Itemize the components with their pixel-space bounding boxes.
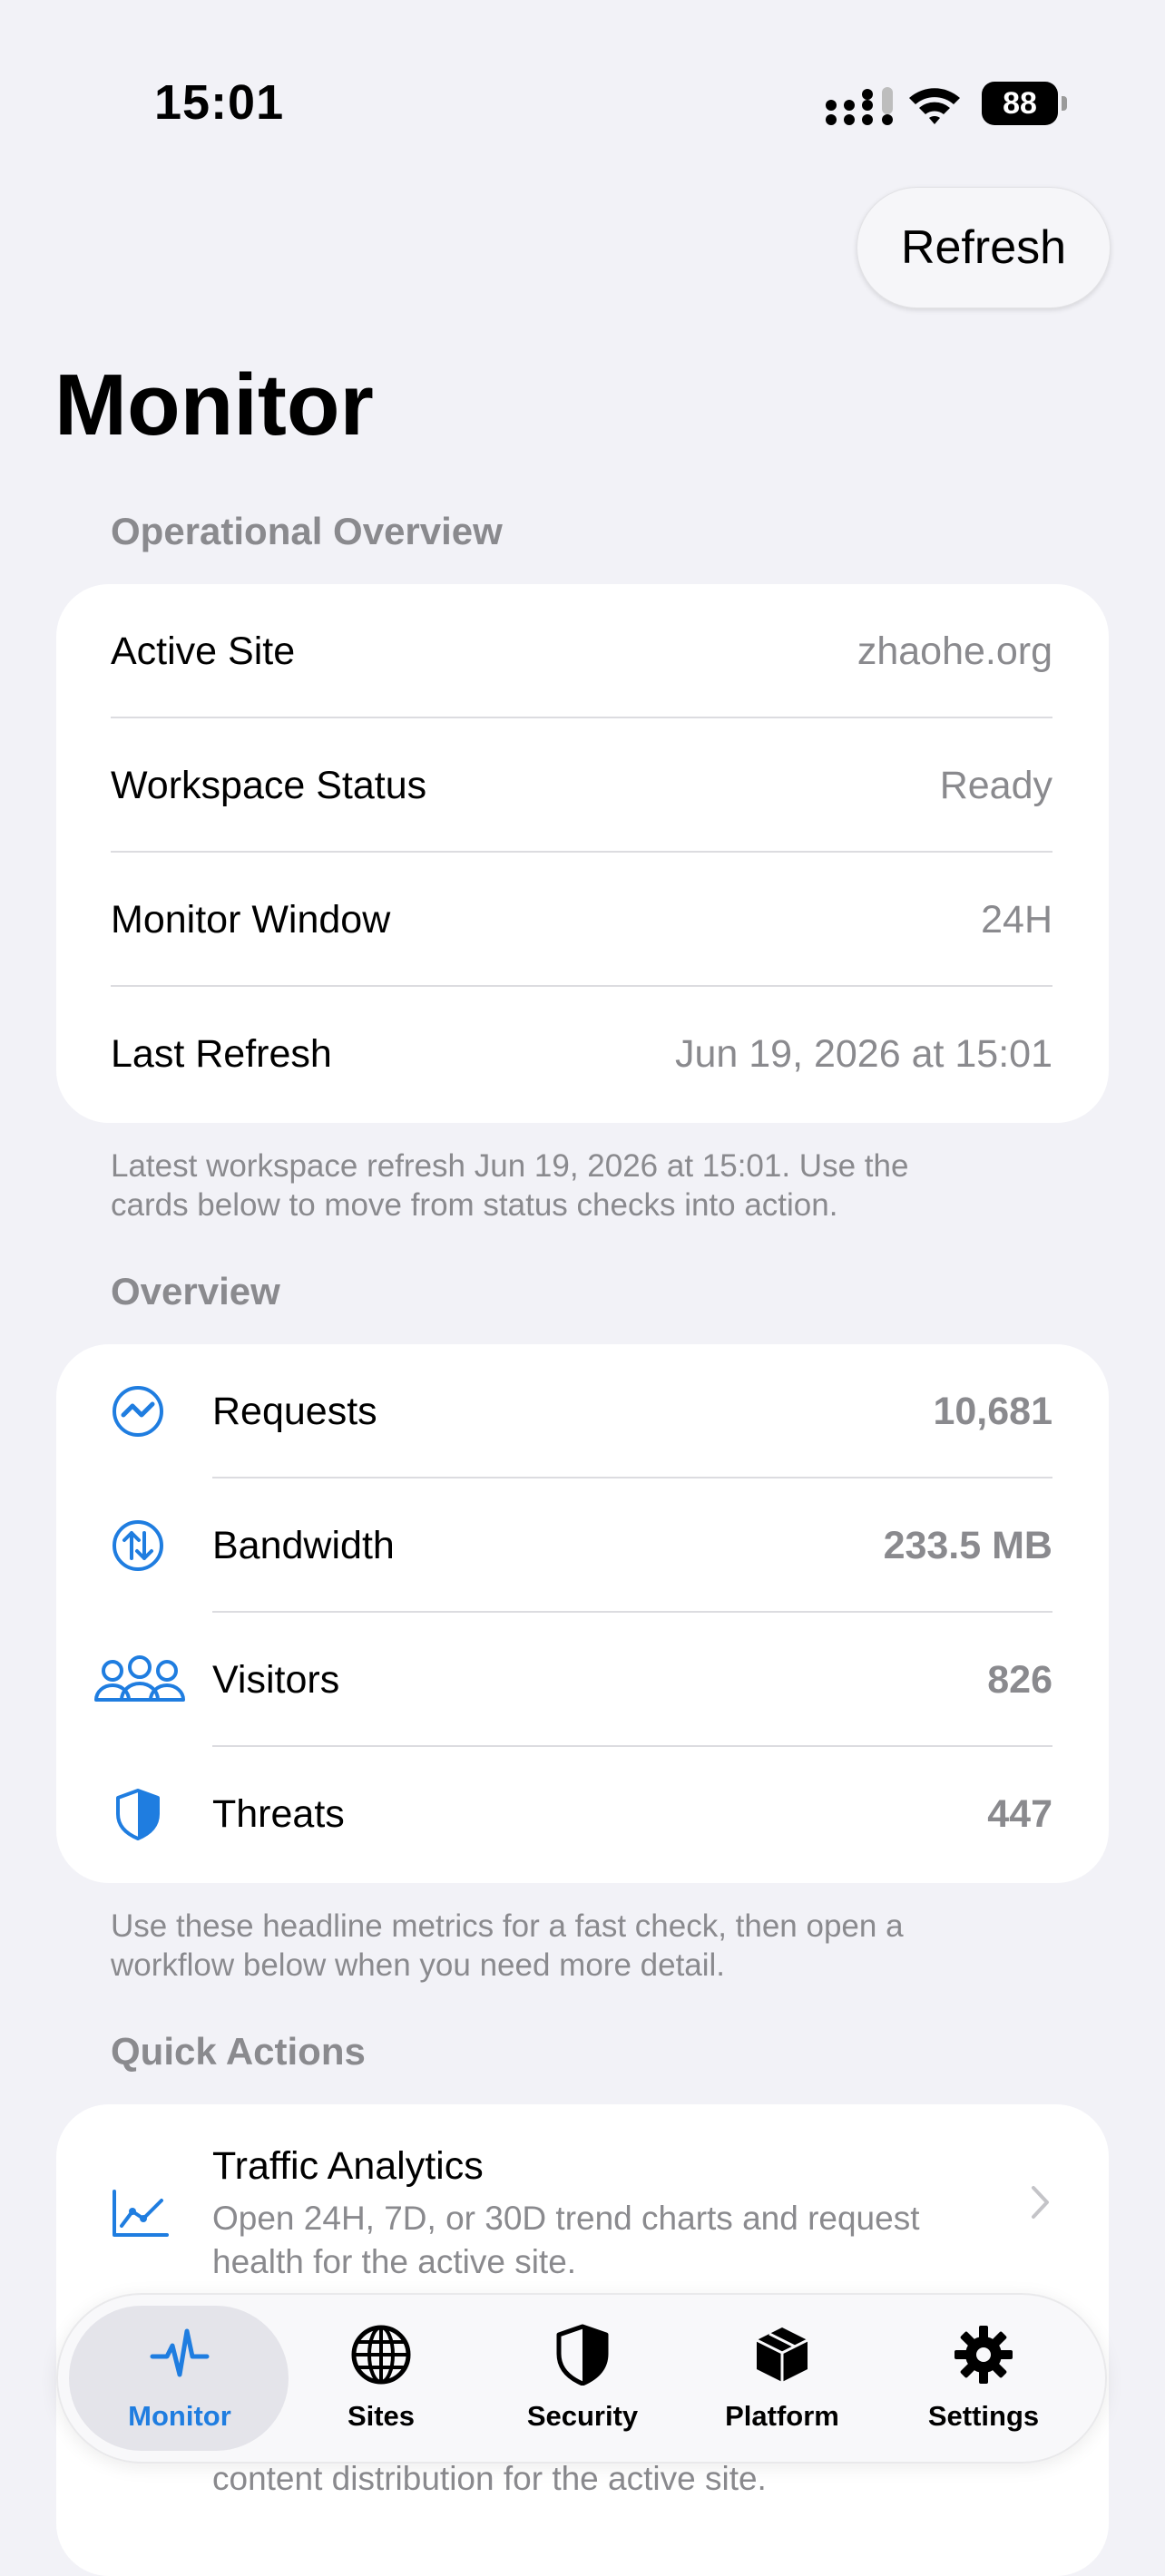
tab-label: Platform <box>725 2400 839 2432</box>
row-value: 24H <box>981 898 1052 942</box>
metric-value: 447 <box>987 1792 1052 1836</box>
visitors-people-icon <box>94 1655 185 1702</box>
action-traffic-analytics[interactable]: Traffic Analytics Open 24H, 7D, or 30D t… <box>56 2104 1109 2304</box>
row-last-refresh: Last Refresh Jun 19, 2026 at 15:01 <box>56 987 1109 1121</box>
row-monitor-window: Monitor Window 24H <box>56 853 1109 987</box>
footnote-line: Use these headline metrics for a fast ch… <box>111 1908 904 1944</box>
tab-label: Settings <box>927 2400 1040 2432</box>
overview-footnote: Use these headline metrics for a fast ch… <box>111 1907 1054 1985</box>
status-time: 15:01 <box>154 75 285 130</box>
requests-chart-icon <box>113 1386 163 1437</box>
footnote-line: cards below to move from status checks i… <box>111 1187 838 1223</box>
globe-icon <box>351 2325 411 2385</box>
metric-label: Threats <box>212 1792 345 1836</box>
row-value: Ready <box>939 764 1052 807</box>
metric-label: Requests <box>212 1390 377 1433</box>
metric-label: Visitors <box>212 1658 340 1702</box>
bandwidth-arrows-icon <box>113 1520 163 1571</box>
metric-bandwidth[interactable]: Bandwidth 233.5 MB <box>56 1478 1109 1613</box>
footnote-line: workflow below when you need more detail… <box>111 1947 726 1983</box>
box-icon <box>756 2327 808 2382</box>
row-label: Workspace Status <box>111 764 427 807</box>
metric-visitors[interactable]: Visitors 826 <box>56 1613 1109 1747</box>
metric-value: 10,681 <box>933 1390 1052 1433</box>
action-description: Open 24H, 7D, or 30D trend charts and re… <box>212 2197 1029 2284</box>
waveform-icon <box>150 2328 210 2377</box>
line-chart-icon <box>113 2190 169 2237</box>
page-title: Monitor <box>54 356 374 454</box>
tab-settings[interactable]: Settings <box>893 2293 1074 2464</box>
metric-requests[interactable]: Requests 10,681 <box>56 1344 1109 1478</box>
section-header-operational-overview: Operational Overview <box>111 510 503 552</box>
row-value: Jun 19, 2026 at 15:01 <box>674 1032 1052 1076</box>
tab-label: Sites <box>347 2400 416 2432</box>
tab-label: Monitor <box>128 2400 231 2432</box>
operational-overview-footnote: Latest workspace refresh Jun 19, 2026 at… <box>111 1147 1054 1225</box>
row-active-site: Active Site zhaohe.org <box>56 584 1109 718</box>
wifi-icon <box>909 88 960 124</box>
tab-platform[interactable]: Platform <box>691 2293 873 2464</box>
row-value: zhaohe.org <box>857 629 1052 673</box>
operational-overview-card: Active Site zhaohe.org Workspace Status … <box>56 584 1109 1123</box>
section-header-quick-actions: Quick Actions <box>111 2030 366 2073</box>
metric-threats[interactable]: Threats 447 <box>56 1747 1109 1881</box>
row-workspace-status: Workspace Status Ready <box>56 718 1109 853</box>
action-description-line: health for the active site. <box>212 2243 577 2280</box>
footnote-line: Latest workspace refresh Jun 19, 2026 at… <box>111 1148 909 1184</box>
battery-level: 88 <box>982 82 1058 125</box>
row-label: Monitor Window <box>111 898 391 942</box>
metric-label: Bandwidth <box>212 1524 395 1567</box>
gear-icon <box>955 2326 1013 2384</box>
tab-sites[interactable]: Sites <box>290 2293 472 2464</box>
row-label: Active Site <box>111 629 296 673</box>
tab-bar: Monitor Sites Security Platform Settings <box>56 2293 1107 2464</box>
tab-security[interactable]: Security <box>492 2293 673 2464</box>
status-bar: 15:01 88 <box>0 0 1165 181</box>
row-label: Last Refresh <box>111 1032 332 1076</box>
tab-label: Security <box>526 2400 639 2432</box>
battery-icon: 88 <box>982 82 1069 129</box>
metric-value: 233.5 MB <box>883 1524 1052 1567</box>
shield-icon <box>556 2324 609 2386</box>
refresh-button[interactable]: Refresh <box>857 187 1111 308</box>
section-header-overview: Overview <box>111 1270 280 1312</box>
action-description-partial: content distribution for the active site… <box>212 2460 767 2497</box>
tab-monitor[interactable]: Monitor <box>89 2293 270 2464</box>
shield-icon <box>116 1789 160 1840</box>
chevron-right-icon <box>1032 2186 1049 2219</box>
overview-card: Requests 10,681 Bandwidth 233.5 MB Visit… <box>56 1344 1109 1883</box>
cellular-signal-icon <box>826 87 893 125</box>
metric-value: 826 <box>987 1658 1052 1702</box>
action-title: Traffic Analytics <box>212 2144 484 2188</box>
action-description-line: Open 24H, 7D, or 30D trend charts and re… <box>212 2200 920 2237</box>
